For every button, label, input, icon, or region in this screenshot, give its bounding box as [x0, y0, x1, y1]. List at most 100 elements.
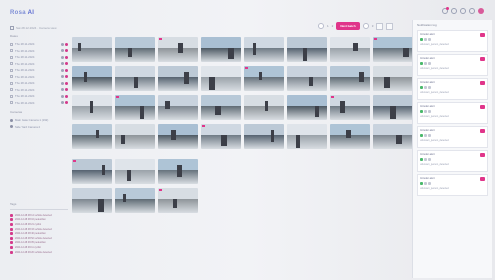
date-label: Thu 28.11.2024	[15, 87, 35, 92]
status-icon	[424, 38, 427, 41]
camera-thumbnail[interactable]	[115, 37, 155, 62]
status-ok-icon	[420, 38, 423, 41]
camera-thumbnail[interactable]	[115, 159, 155, 184]
close-icon[interactable]	[480, 33, 485, 37]
camera-thumbnail[interactable]	[72, 159, 112, 184]
camera-thumbnail[interactable]	[72, 37, 112, 62]
pager: 1 2 Next batch 3	[318, 22, 394, 30]
camera-thumbnail[interactable]	[72, 66, 112, 91]
camera-thumbnail[interactable]	[115, 124, 155, 149]
camera-thumbnail[interactable]	[244, 37, 284, 62]
checkbox[interactable]	[10, 101, 13, 105]
page-3[interactable]: 3	[372, 24, 374, 28]
camera-thumbnail[interactable]	[72, 188, 112, 213]
camera-thumbnail[interactable]	[244, 66, 284, 91]
camera-item[interactable]: Side Yard Camera 2	[10, 124, 68, 131]
prev-page-button[interactable]	[318, 23, 324, 29]
grid-view-button[interactable]	[376, 22, 384, 30]
camera-thumbnail[interactable]	[201, 66, 241, 91]
close-icon[interactable]	[480, 81, 485, 85]
notification-card[interactable]: Intruder alert unknown_person_detected	[417, 30, 488, 52]
notification-status	[420, 38, 485, 41]
camera-thumbnail[interactable]	[373, 37, 413, 62]
checkbox[interactable]	[10, 94, 13, 98]
next-page-button[interactable]	[362, 23, 369, 29]
close-icon[interactable]	[480, 177, 485, 181]
checkbox[interactable]	[10, 62, 13, 66]
camera-thumbnail[interactable]	[373, 124, 413, 149]
log-item[interactable]: 2024-12-28 09:20 vehicle detected	[10, 250, 68, 255]
camera-thumbnail[interactable]	[330, 66, 370, 91]
notification-card[interactable]: Intruder alert unknown_person_detected	[417, 174, 488, 196]
list-view-button[interactable]	[386, 22, 394, 30]
alert-dot	[65, 68, 68, 72]
camera-thumbnail[interactable]	[115, 66, 155, 91]
status-icon	[428, 86, 431, 89]
notification-heading: Intruder alert	[420, 177, 435, 180]
settings-icon[interactable]	[460, 8, 466, 14]
camera-thumbnail[interactable]	[244, 124, 284, 149]
checkbox[interactable]	[10, 49, 13, 53]
calendar-icon[interactable]	[10, 26, 14, 30]
screen: Rosa AI Sat 28.12.2024 · Camera view 1 2…	[0, 0, 495, 280]
camera-thumbnail[interactable]	[115, 188, 155, 213]
camera-thumbnail[interactable]	[330, 124, 370, 149]
camera-thumbnail[interactable]	[201, 124, 241, 149]
camera-thumbnail[interactable]	[72, 95, 112, 120]
notification-card[interactable]: Intruder alert unknown_person_detected	[417, 126, 488, 148]
checkbox[interactable]	[10, 68, 13, 72]
notification-heading: Intruder alert	[420, 33, 435, 36]
notification-card[interactable]: Intruder alert unknown_person_detected	[417, 78, 488, 100]
date-item[interactable]: Thu 28.11.2024	[10, 100, 68, 107]
notification-description: unknown_person_detected	[420, 163, 449, 166]
checkbox[interactable]	[10, 42, 13, 46]
camera-thumbnail[interactable]	[201, 37, 241, 62]
camera-thumbnail[interactable]	[287, 95, 327, 120]
camera-thumbnail[interactable]	[158, 37, 198, 62]
camera-thumbnail[interactable]	[158, 66, 198, 91]
notification-card[interactable]: Intruder alert unknown_person_detected	[417, 150, 488, 172]
checkbox[interactable]	[10, 75, 13, 79]
checkbox[interactable]	[10, 55, 13, 59]
alert-dot	[65, 49, 68, 53]
camera-thumbnail[interactable]	[158, 124, 198, 149]
camera-thumbnail[interactable]	[158, 188, 198, 213]
bell-icon[interactable]	[442, 7, 449, 14]
camera-thumbnail[interactable]	[287, 124, 327, 149]
next-batch-button[interactable]: Next batch	[336, 22, 360, 30]
page-2[interactable]: 2	[332, 24, 334, 28]
close-icon[interactable]	[480, 105, 485, 109]
camera-thumbnail[interactable]	[330, 95, 370, 120]
camera-thumbnail[interactable]	[287, 66, 327, 91]
alert-dot	[65, 94, 68, 98]
camera-thumbnail[interactable]	[373, 95, 413, 120]
checkbox[interactable]	[10, 81, 13, 85]
camera-thumbnail[interactable]	[201, 95, 241, 120]
alert-dot	[65, 88, 68, 92]
checkbox[interactable]	[10, 88, 13, 92]
grid-icon[interactable]	[451, 8, 457, 14]
avatar[interactable]	[478, 8, 484, 14]
status-ok-icon	[420, 134, 423, 137]
camera-thumbnail[interactable]	[72, 124, 112, 149]
count-dot	[61, 75, 64, 79]
help-icon[interactable]	[469, 8, 475, 14]
close-icon[interactable]	[480, 129, 485, 133]
logo[interactable]: Rosa AI	[10, 10, 34, 16]
camera-thumbnail[interactable]	[330, 37, 370, 62]
notification-card[interactable]: Intruder alert unknown_person_detected	[417, 102, 488, 124]
notification-card[interactable]: Intruder alert unknown_person_detected	[417, 54, 488, 76]
camera-thumbnail[interactable]	[373, 66, 413, 91]
camera-thumbnail[interactable]	[158, 95, 198, 120]
camera-thumbnail[interactable]	[158, 159, 198, 184]
camera-thumbnail[interactable]	[287, 37, 327, 62]
count-dot	[61, 42, 64, 46]
camera-thumbnail[interactable]	[244, 95, 284, 120]
close-icon[interactable]	[480, 57, 485, 61]
camera-thumbnail[interactable]	[115, 95, 155, 120]
page-1[interactable]: 1	[327, 24, 329, 28]
alert-badge	[73, 160, 76, 162]
date-label: Thu 28.11.2024	[15, 55, 35, 60]
alert-dot	[65, 55, 68, 59]
close-icon[interactable]	[480, 153, 485, 157]
